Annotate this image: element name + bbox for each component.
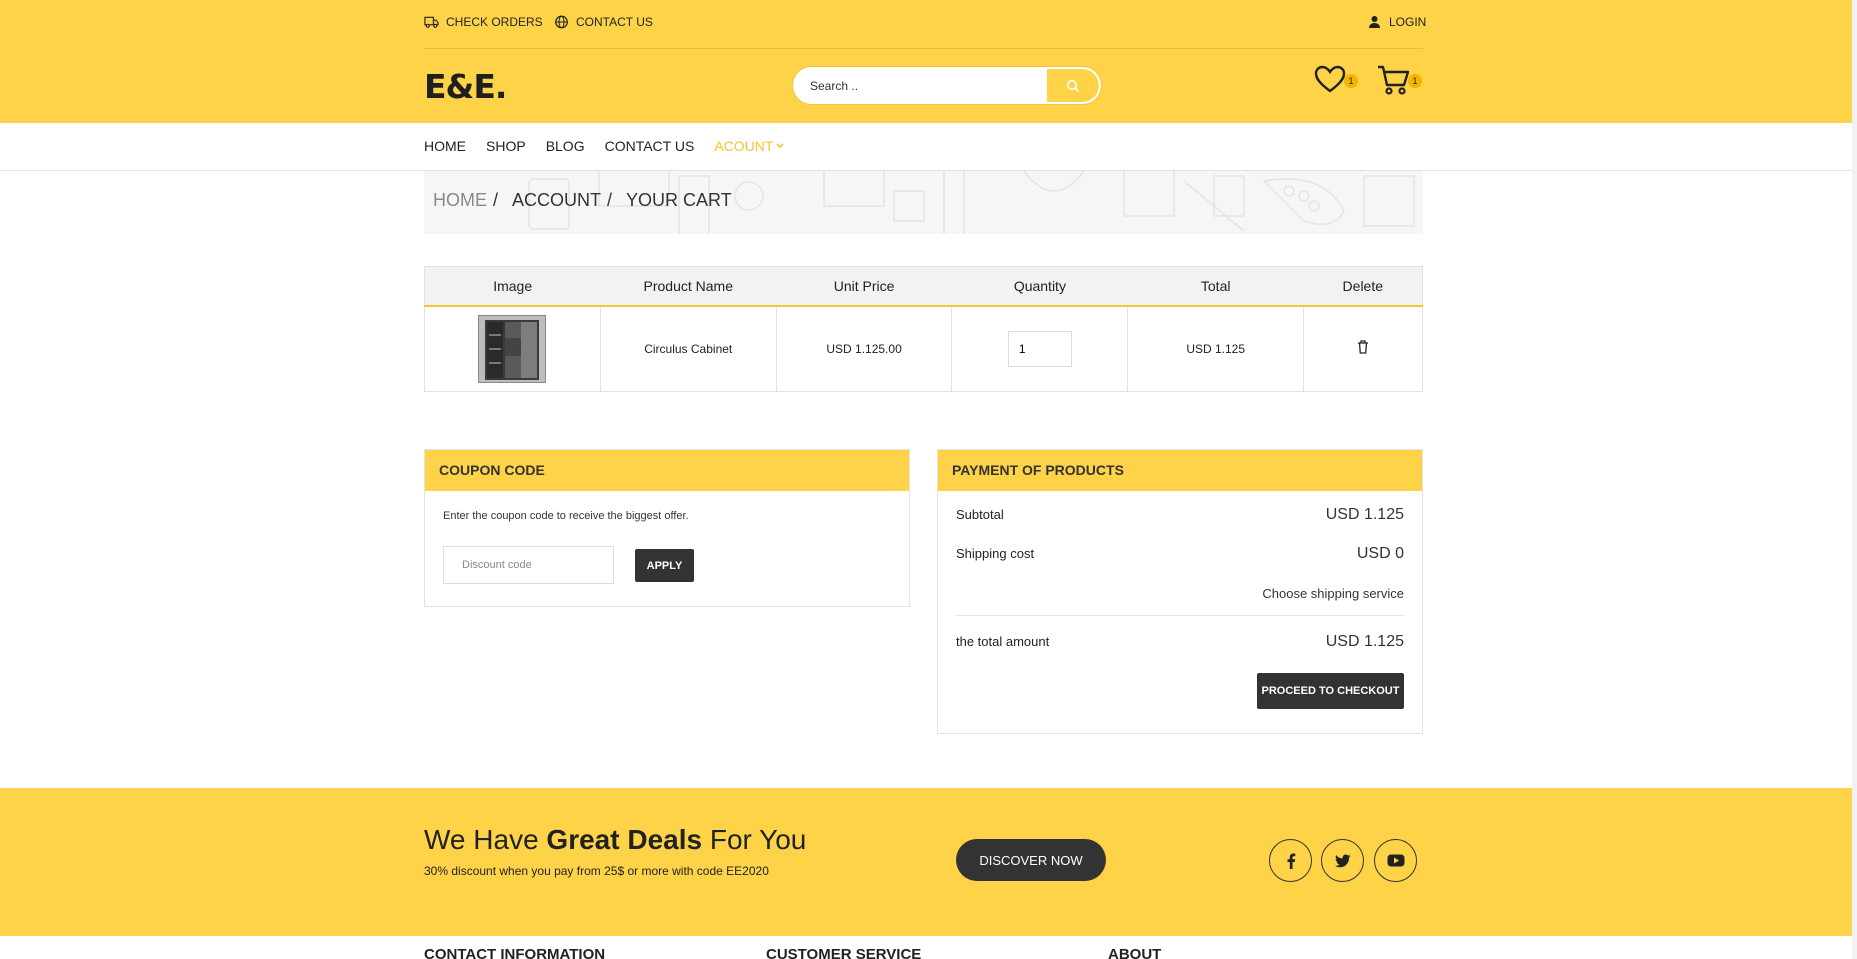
user-icon <box>1369 16 1380 28</box>
shipping-label: Shipping cost <box>956 546 1035 561</box>
cart-table: Image Product Name Unit Price Quantity T… <box>424 266 1423 392</box>
nav-item-account-label: ACOUNT <box>714 138 774 154</box>
deals-title: We Have Great Deals For You <box>424 824 806 856</box>
total-row: the total amount USD 1.125 <box>956 633 1404 651</box>
shipping-row: Shipping cost USD 0 <box>956 545 1404 563</box>
table-row: Circulus Cabinet USD 1.125.00 USD 1.125 <box>424 305 1423 392</box>
discount-code-input[interactable] <box>443 546 614 584</box>
coupon-note: Enter the coupon code to receive the big… <box>443 510 689 522</box>
breadcrumb-home[interactable]: HOME <box>433 190 487 211</box>
shipping-service-row: Choose shipping service <box>956 586 1404 601</box>
cart-table-header-row: Image Product Name Unit Price Quantity T… <box>424 266 1423 307</box>
search-input[interactable] <box>795 69 1047 102</box>
cell-product-name[interactable]: Circulus Cabinet <box>600 305 777 392</box>
payment-divider <box>956 615 1404 616</box>
globe-icon <box>555 15 568 29</box>
payment-panel-title: PAYMENT OF PRODUCTS <box>938 450 1422 491</box>
subtotal-value: USD 1.125 <box>1325 506 1404 523</box>
wishlist-button[interactable]: 1 <box>1314 64 1358 99</box>
trash-icon[interactable] <box>1357 340 1369 354</box>
check-orders-link[interactable]: CHECK ORDERS <box>424 15 543 29</box>
nav-item-home[interactable]: HOME <box>424 138 466 154</box>
logo[interactable]: E&E. <box>424 67 507 106</box>
product-image[interactable] <box>478 314 547 383</box>
breadcrumb-trail: HOME / ACCOUNT / YOUR CART <box>433 190 732 211</box>
login-link[interactable]: LOGIN <box>1367 15 1426 29</box>
twitter-button[interactable] <box>1321 839 1364 882</box>
deals-title-pre: We Have <box>424 824 547 855</box>
nav-item-shop[interactable]: SHOP <box>486 138 526 154</box>
footer: CONTACT INFORMATION CUSTOMER SERVICE ABO… <box>0 936 1852 959</box>
cell-delete <box>1304 306 1423 392</box>
column-header-image: Image <box>424 266 601 307</box>
column-header-delete: Delete <box>1303 266 1423 307</box>
footer-heading-customer-service: CUSTOMER SERVICE <box>766 946 922 959</box>
deals-title-post: For You <box>702 824 807 855</box>
discover-now-button[interactable]: DISCOVER NOW <box>956 839 1106 881</box>
main-nav: HOME SHOP BLOG CONTACT US ACOUNT <box>0 123 1852 171</box>
total-label: the total amount <box>956 634 1050 649</box>
cart-icon <box>1378 65 1410 95</box>
cell-total: USD 1.125 <box>1127 305 1305 392</box>
youtube-button[interactable] <box>1374 839 1417 882</box>
cell-unit-price: USD 1.125.00 <box>776 305 953 392</box>
nav-item-blog[interactable]: BLOG <box>546 138 585 154</box>
nav-item-contact-us[interactable]: CONTACT US <box>605 138 695 154</box>
deals-banner: We Have Great Deals For You 30% discount… <box>0 788 1852 936</box>
page-scrollbar[interactable] <box>1852 0 1857 959</box>
shipping-value: USD 0 <box>1356 545 1404 562</box>
facebook-icon <box>1287 853 1295 869</box>
contact-us-top-label: CONTACT US <box>576 15 653 29</box>
cabinet-image <box>479 315 546 382</box>
truck-icon <box>424 16 439 28</box>
search-button[interactable] <box>1047 69 1099 102</box>
coupon-panel-title: COUPON CODE <box>425 450 909 491</box>
proceed-to-checkout-button[interactable]: PROCEED TO CHECKOUT <box>1257 673 1404 709</box>
header: CHECK ORDERS CONTACT US LOGIN E&E. 1 <box>0 0 1852 123</box>
cell-image <box>424 305 601 392</box>
apply-coupon-button[interactable]: APPLY <box>635 549 694 582</box>
check-orders-label: CHECK ORDERS <box>446 15 543 29</box>
wishlist-count-badge: 1 <box>1344 74 1358 88</box>
footer-heading-about: ABOUT <box>1108 946 1162 959</box>
total-value: USD 1.125 <box>1325 633 1404 650</box>
breadcrumb-separator: / <box>493 190 499 210</box>
search-box <box>793 67 1101 104</box>
youtube-icon <box>1387 854 1404 867</box>
breadcrumb-separator: / <box>607 190 613 210</box>
contact-us-top-link[interactable]: CONTACT US <box>554 15 653 29</box>
column-header-total: Total <box>1127 266 1304 307</box>
heart-icon <box>1314 65 1346 93</box>
column-header-unit-price: Unit Price <box>776 266 952 307</box>
login-label: LOGIN <box>1389 15 1427 29</box>
breadcrumb-account[interactable]: ACCOUNT <box>512 190 601 211</box>
cart-button[interactable]: 1 <box>1377 64 1422 101</box>
breadcrumb-current: YOUR CART <box>626 190 732 210</box>
topbar: CHECK ORDERS CONTACT US LOGIN <box>424 0 1426 49</box>
chevron-down-icon <box>776 143 785 149</box>
page: CHECK ORDERS CONTACT US LOGIN E&E. 1 <box>0 0 1852 959</box>
facebook-button[interactable] <box>1269 839 1312 882</box>
search-icon <box>1066 79 1080 92</box>
payment-panel: PAYMENT OF PRODUCTS Subtotal USD 1.125 S… <box>937 449 1423 734</box>
subtotal-row: Subtotal USD 1.125 <box>956 506 1404 524</box>
quantity-input[interactable] <box>1007 330 1072 367</box>
subtotal-label: Subtotal <box>956 507 1004 522</box>
column-header-product-name: Product Name <box>600 266 777 307</box>
cart-count-badge: 1 <box>1408 74 1422 88</box>
cell-quantity <box>951 305 1129 392</box>
deals-subtitle: 30% discount when you pay from 25$ or mo… <box>424 864 769 878</box>
coupon-panel: COUPON CODE Enter the coupon code to rec… <box>424 449 910 607</box>
nav-item-account[interactable]: ACOUNT <box>714 138 785 154</box>
deals-title-bold: Great Deals <box>546 824 703 855</box>
breadcrumb: HOME / ACCOUNT / YOUR CART <box>424 171 1423 234</box>
main-header-bar: E&E. 1 1 <box>424 49 1423 123</box>
footer-heading-contact: CONTACT INFORMATION <box>424 946 606 959</box>
column-header-quantity: Quantity <box>951 266 1128 307</box>
choose-shipping-service-link[interactable]: Choose shipping service <box>1262 586 1404 601</box>
twitter-icon <box>1334 854 1350 867</box>
